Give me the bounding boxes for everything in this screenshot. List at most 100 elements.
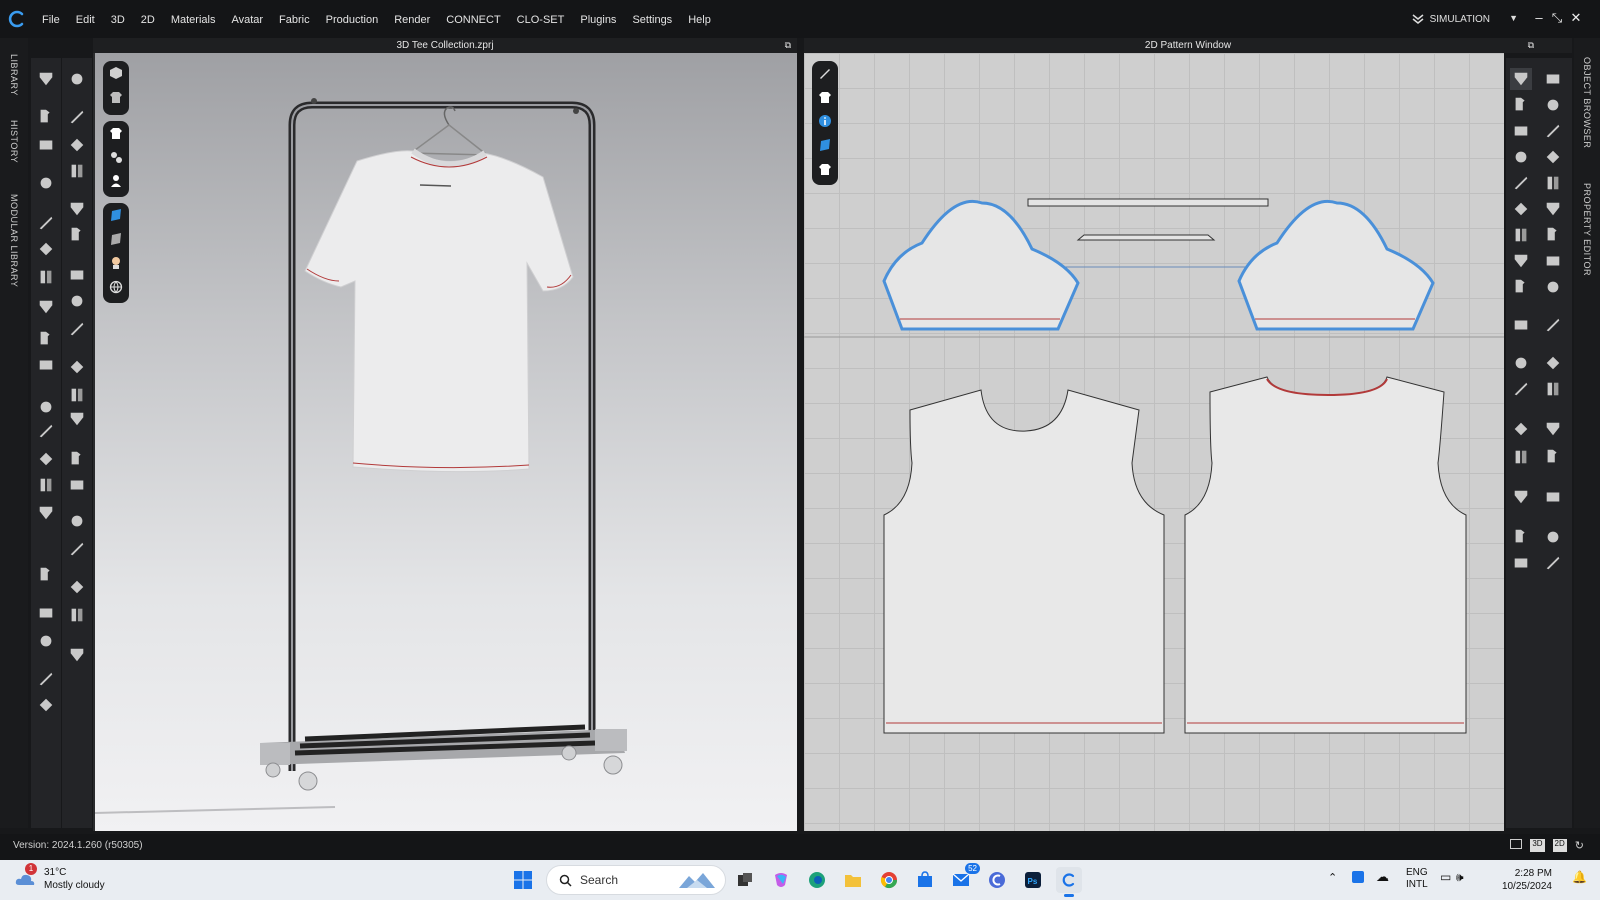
right-a-tool-14-icon[interactable] <box>1510 446 1532 468</box>
left-a-tool-10-icon[interactable] <box>35 354 57 376</box>
menu-fabric[interactable]: Fabric <box>271 0 318 38</box>
avatar-icon[interactable] <box>103 169 129 193</box>
right-a-tool-1-icon[interactable] <box>1510 68 1532 90</box>
view-2d-button[interactable]: 2D <box>1552 839 1567 852</box>
task-view-icon[interactable] <box>732 867 758 893</box>
menu-2d[interactable]: 2D <box>133 0 163 38</box>
clo-active-icon[interactable] <box>1056 867 1082 897</box>
left-b-tool-5-icon[interactable] <box>66 198 88 220</box>
clo-app-icon[interactable] <box>984 867 1010 893</box>
store-icon[interactable] <box>912 867 938 893</box>
left-a-tool-20-icon[interactable] <box>35 694 57 716</box>
right-b-tool-8-icon[interactable] <box>1542 250 1564 272</box>
skin-avatar-icon[interactable] <box>103 251 129 275</box>
left-b-tool-19-icon[interactable] <box>66 644 88 666</box>
photoshop-icon[interactable]: Ps <box>1020 867 1046 893</box>
network-icon[interactable]: ▭ <box>1440 870 1451 884</box>
garment-display-icon[interactable] <box>103 85 129 109</box>
left-a-tool-16-icon[interactable] <box>35 564 57 586</box>
menu-edit[interactable]: Edit <box>68 0 103 38</box>
right-a-tool-13-icon[interactable] <box>1510 418 1532 440</box>
menu-settings[interactable]: Settings <box>624 0 680 38</box>
split-view-icon[interactable] <box>1510 839 1523 849</box>
right-b-tool-17-icon[interactable] <box>1542 552 1564 574</box>
right-b-tool-9-icon[interactable] <box>1542 276 1564 298</box>
notification-bell-icon[interactable]: 🔔 <box>1572 870 1587 884</box>
right-b-tool-2-icon[interactable] <box>1542 94 1564 116</box>
left-a-tool-1-icon[interactable] <box>35 68 57 90</box>
menu-clo-set[interactable]: CLO-SET <box>509 0 573 38</box>
left-a-tool-2-icon[interactable] <box>35 106 57 128</box>
left-b-tool-8-icon[interactable] <box>66 290 88 312</box>
left-b-tool-4-icon[interactable] <box>66 160 88 182</box>
refresh-icon[interactable]: ↻ <box>1575 839 1584 852</box>
left-a-tool-18-icon[interactable] <box>35 630 57 652</box>
right-b-tool-12-icon[interactable] <box>1542 378 1564 400</box>
clock[interactable]: 2:28 PM 10/25/2024 <box>1482 867 1552 893</box>
view-3d-button[interactable]: 3D <box>1530 839 1545 852</box>
left-a-tool-19-icon[interactable] <box>35 668 57 690</box>
mail-icon[interactable]: 52 <box>948 863 980 893</box>
mode-dropdown-caret-icon[interactable]: ▼ <box>1509 13 1518 23</box>
left-b-tool-11-icon[interactable] <box>66 384 88 406</box>
right-b-tool-4-icon[interactable] <box>1542 146 1564 168</box>
menu-production[interactable]: Production <box>318 0 387 38</box>
left-a-tool-4-icon[interactable] <box>35 172 57 194</box>
tab-history[interactable]: HISTORY <box>0 116 28 168</box>
right-b-tool-11-icon[interactable] <box>1542 352 1564 374</box>
left-b-tool-16-icon[interactable] <box>66 538 88 560</box>
left-b-tool-14-icon[interactable] <box>66 474 88 496</box>
left-a-tool-17-icon[interactable] <box>35 602 57 624</box>
right-a-tool-5-icon[interactable] <box>1510 172 1532 194</box>
texture-icon[interactable] <box>812 133 838 157</box>
right-b-tool-10-icon[interactable] <box>1542 314 1564 336</box>
tab-object-browser[interactable]: OBJECT BROWSER <box>1574 48 1600 158</box>
left-b-tool-15-icon[interactable] <box>66 510 88 532</box>
tray-expand-icon[interactable]: ⌃ <box>1328 871 1337 884</box>
right-a-tool-10-icon[interactable] <box>1510 314 1532 336</box>
fitting-icon[interactable] <box>103 145 129 169</box>
left-b-tool-9-icon[interactable] <box>66 318 88 340</box>
left-a-tool-5-icon[interactable] <box>35 212 57 234</box>
left-a-tool-14-icon[interactable] <box>35 474 57 496</box>
shirt-pattern-icon[interactable] <box>812 85 838 109</box>
language-indicator[interactable]: ENG INTL <box>1406 867 1428 891</box>
right-a-tool-2-icon[interactable] <box>1510 94 1532 116</box>
right-b-tool-14-icon[interactable] <box>1542 446 1564 468</box>
menu-help[interactable]: Help <box>680 0 719 38</box>
clo-logo-icon[interactable] <box>0 0 34 38</box>
right-a-tool-12-icon[interactable] <box>1510 378 1532 400</box>
left-a-tool-15-icon[interactable] <box>35 502 57 524</box>
pattern-window-2d[interactable] <box>804 53 1504 831</box>
menu-render[interactable]: Render <box>386 0 438 38</box>
right-a-tool-15-icon[interactable] <box>1510 486 1532 508</box>
chrome-icon[interactable] <box>876 867 902 893</box>
left-a-tool-7-icon[interactable] <box>35 266 57 288</box>
shirt-icon[interactable] <box>103 121 129 145</box>
left-b-tool-1-icon[interactable] <box>66 68 88 90</box>
tab-modular-library[interactable]: MODULAR LIBRARY <box>0 186 28 296</box>
weather-widget[interactable]: 1 31°C Mostly cloudy <box>14 863 105 892</box>
edge-icon[interactable] <box>804 867 830 893</box>
right-a-tool-7-icon[interactable] <box>1510 224 1532 246</box>
right-a-tool-8-icon[interactable] <box>1510 250 1532 272</box>
right-b-tool-5-icon[interactable] <box>1542 172 1564 194</box>
onedrive-icon[interactable]: ☁ <box>1376 869 1389 885</box>
menu-connect[interactable]: CONNECT <box>438 0 508 38</box>
right-a-tool-3-icon[interactable] <box>1510 120 1532 142</box>
info-icon[interactable] <box>812 109 838 133</box>
left-b-tool-12-icon[interactable] <box>66 408 88 430</box>
left-a-tool-9-icon[interactable] <box>35 328 57 350</box>
minimize-button[interactable]: – <box>1530 10 1548 25</box>
left-a-tool-8-icon[interactable] <box>35 296 57 318</box>
right-b-tool-15-icon[interactable] <box>1542 486 1564 508</box>
left-b-tool-10-icon[interactable] <box>66 356 88 378</box>
right-b-tool-13-icon[interactable] <box>1542 418 1564 440</box>
left-a-tool-3-icon[interactable] <box>35 134 57 156</box>
simulation-mode-selector[interactable]: SIMULATION <box>1412 0 1490 38</box>
right-a-tool-16-icon[interactable] <box>1510 526 1532 548</box>
tab-library[interactable]: LIBRARY <box>0 50 28 100</box>
left-b-tool-7-icon[interactable] <box>66 264 88 286</box>
menu-plugins[interactable]: Plugins <box>572 0 624 38</box>
shirt-outline-icon[interactable] <box>812 157 838 181</box>
